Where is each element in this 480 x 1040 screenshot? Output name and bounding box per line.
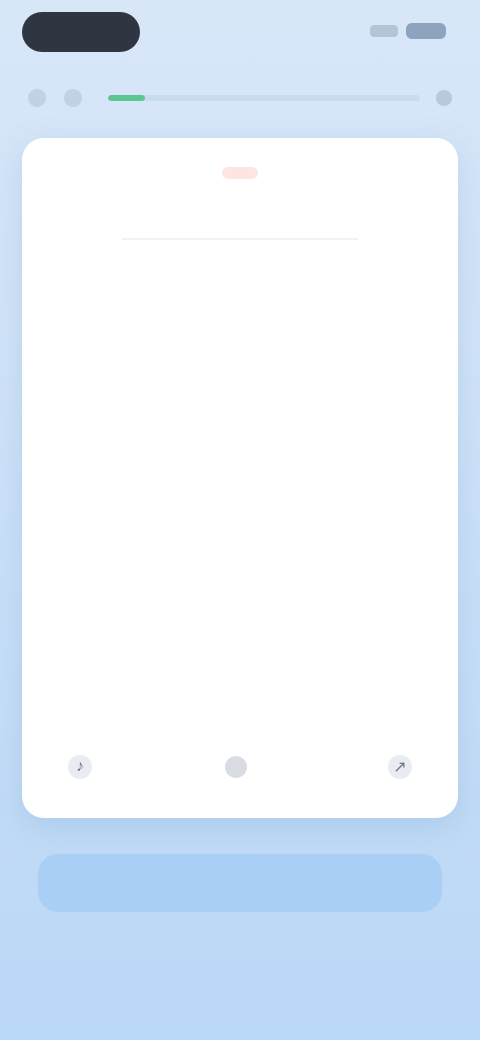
card-header bbox=[22, 166, 458, 184]
signal-icon bbox=[370, 25, 398, 37]
progress-row bbox=[28, 86, 452, 110]
card-divider bbox=[122, 238, 358, 240]
back-icon[interactable] bbox=[28, 89, 46, 107]
status-icons bbox=[356, 22, 446, 40]
card-footer: ♪ ↗ bbox=[68, 752, 412, 782]
close-icon[interactable] bbox=[436, 90, 452, 106]
flip-hint[interactable] bbox=[225, 756, 255, 778]
flip-icon bbox=[225, 756, 247, 778]
battery-icon bbox=[406, 23, 446, 39]
primary-action-button[interactable] bbox=[38, 854, 442, 912]
flashcard[interactable]: ♪ ↗ bbox=[22, 138, 458, 818]
expand-icon[interactable]: ↗ bbox=[388, 755, 412, 779]
card-badge bbox=[222, 167, 258, 179]
progress-bar bbox=[108, 95, 420, 101]
status-pill bbox=[22, 12, 140, 52]
speaker-icon[interactable]: ♪ bbox=[68, 755, 92, 779]
menu-icon[interactable] bbox=[64, 89, 82, 107]
progress-fill bbox=[108, 95, 146, 101]
